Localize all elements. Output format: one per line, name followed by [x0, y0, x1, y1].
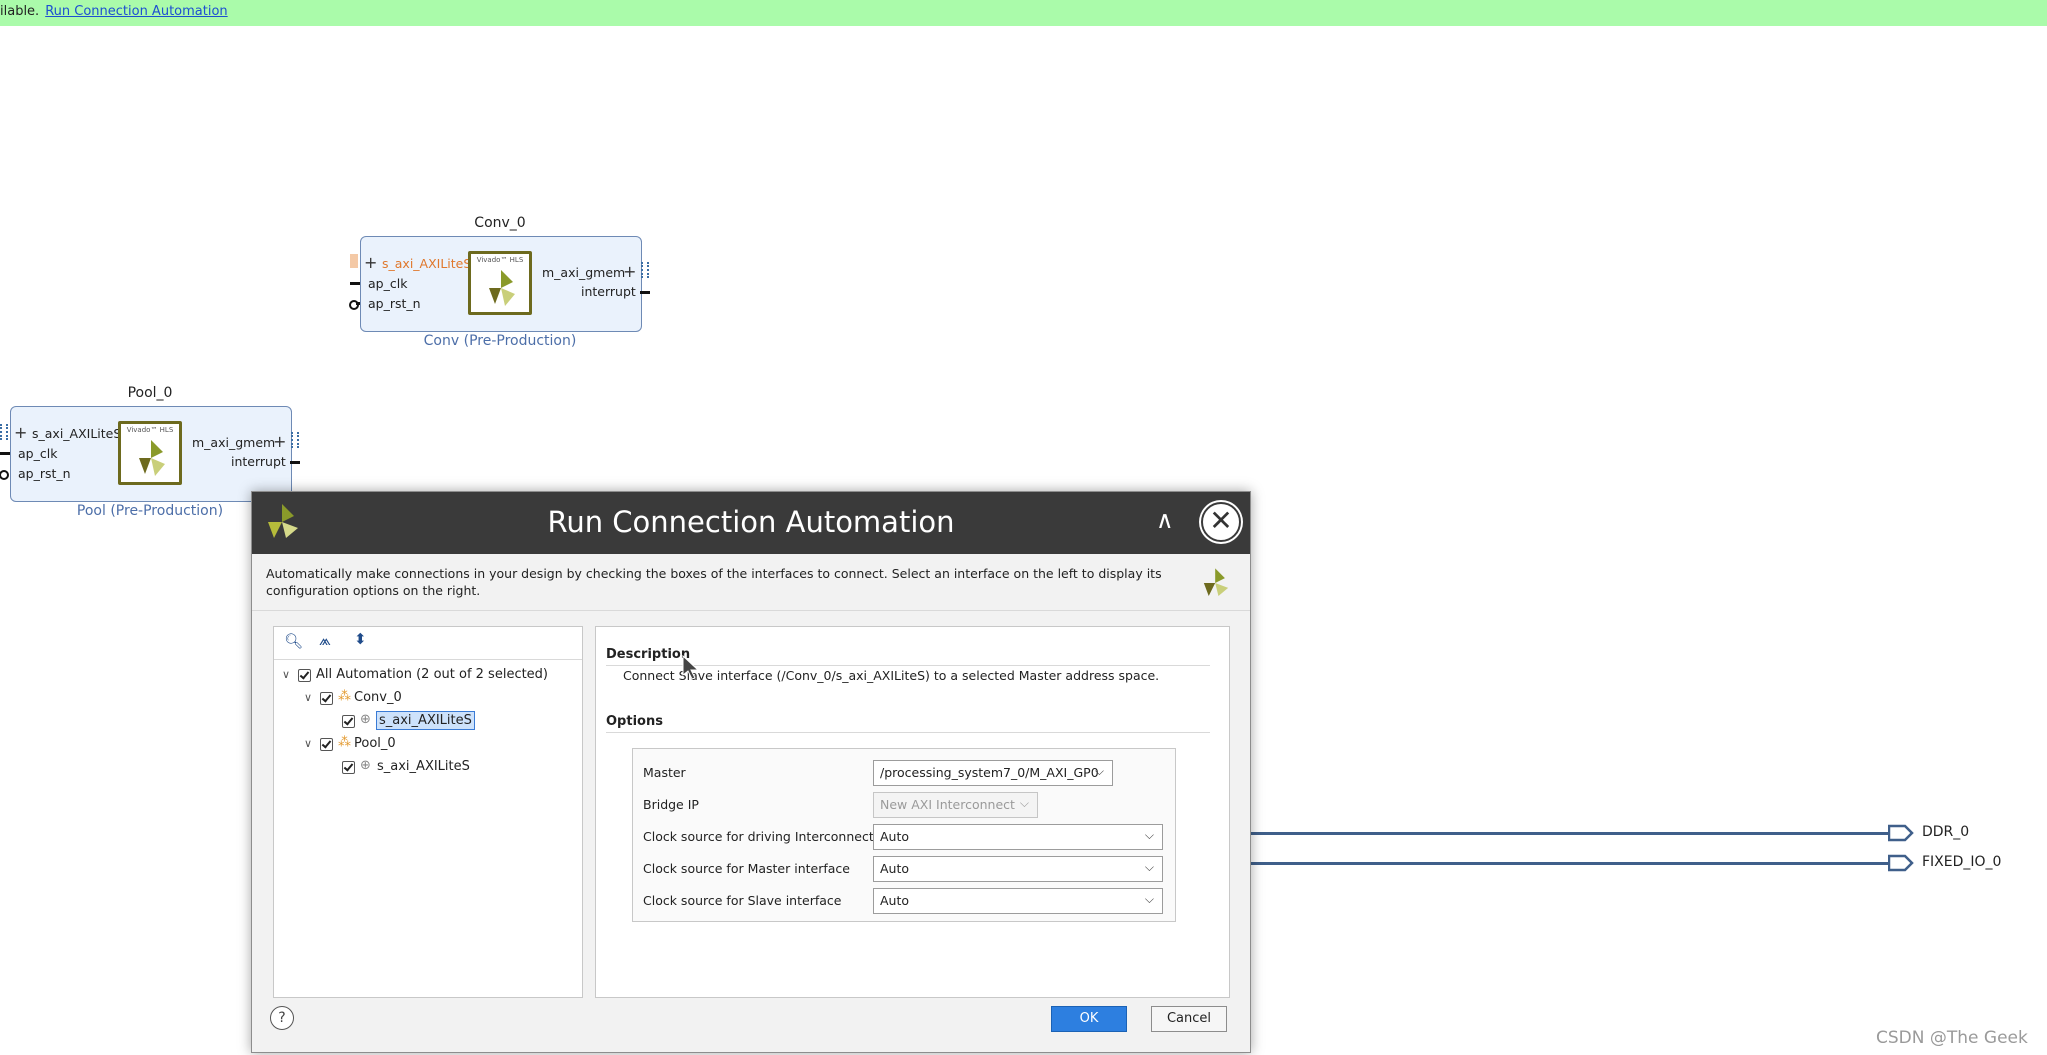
pool-port-ap-clk[interactable]: ap_clk — [18, 446, 57, 461]
conv-port-s-axi[interactable]: s_axi_AXILiteS — [382, 256, 471, 271]
clock-master-select[interactable]: Auto ⌵ — [873, 856, 1163, 882]
pool-block-title: Pool_0 — [127, 385, 173, 401]
clock-master-value: Auto — [880, 861, 910, 876]
close-icon: ✕ — [1209, 504, 1233, 537]
banner-text: ilable. — [0, 4, 40, 19]
chevron-down-icon: ⌵ — [1144, 828, 1154, 842]
chevron-down-icon[interactable]: ∨ — [282, 668, 290, 681]
tree-group-label: Pool_0 — [354, 736, 396, 751]
bridge-ip-select: New AXI Interconnect ⌵ — [873, 792, 1038, 818]
chevron-down-icon: ⌵ — [1019, 796, 1029, 810]
pool-s-axi-checkbox[interactable] — [342, 761, 355, 774]
clock-interconnect-select[interactable]: Auto ⌵ — [873, 824, 1163, 850]
cancel-button[interactable]: Cancel — [1151, 1006, 1227, 1032]
ok-button[interactable]: OK — [1051, 1006, 1127, 1032]
configuration-panel: Description Connect Slave interface (/Co… — [595, 626, 1230, 998]
conv-block-title: Conv_0 — [474, 215, 526, 231]
interface-icon: ⊕ — [360, 712, 371, 727]
close-button[interactable]: ✕ — [1201, 502, 1241, 542]
conv-block[interactable]: + s_axi_AXILiteS ap_clk ap_rst_n Vivado™… — [349, 236, 650, 332]
pool-checkbox[interactable] — [320, 738, 333, 751]
conv-port-m-axi-gmem[interactable]: m_axi_gmem — [542, 265, 625, 280]
chevron-down-icon: ⌵ — [1094, 764, 1104, 778]
pool-expand-s-axi-icon[interactable]: + — [14, 425, 27, 441]
conv-checkbox[interactable] — [320, 692, 333, 705]
pool-port-ap-rst-n[interactable]: ap_rst_n — [18, 466, 71, 481]
expand-all-icon[interactable]: ⬍ — [354, 630, 367, 648]
pool-port-interrupt[interactable]: interrupt — [231, 454, 286, 469]
chevron-down-icon[interactable]: ∨ — [304, 691, 312, 704]
xilinx-logo-icon — [1203, 568, 1229, 596]
pool-port-m-axi-gmem[interactable]: m_axi_gmem — [192, 435, 275, 450]
ip-block-icon: ⁂ — [338, 689, 351, 704]
ext-port-fixed-io[interactable]: FIXED_IO_0 — [1922, 854, 2001, 870]
vivado-hls-logo: Vivado™ HLS — [118, 421, 182, 485]
option-label-master: Master — [643, 765, 686, 780]
conv-input-stub — [350, 254, 358, 268]
option-label-bridge-ip: Bridge IP — [643, 797, 699, 812]
ext-port-ddr[interactable]: DDR_0 — [1922, 824, 1969, 840]
collapse-all-icon[interactable]: ⩕ — [319, 631, 331, 649]
master-select[interactable]: /processing_system7_0/M_AXI_GP0 ⌵ — [873, 760, 1113, 786]
conv-port-interrupt[interactable]: interrupt — [581, 284, 636, 299]
mouse-cursor-icon — [682, 655, 700, 680]
conv-s-axi-checkbox[interactable] — [342, 715, 355, 728]
option-label-clock-slave: Clock source for Slave interface — [643, 893, 842, 908]
dialog-description: Automatically make connections in your d… — [266, 566, 1162, 598]
collapse-icon[interactable]: ∧ — [1156, 506, 1174, 534]
info-banner: ilable. Run Connection Automation — [0, 0, 2047, 26]
master-select-value: /processing_system7_0/M_AXI_GP0 — [880, 765, 1099, 780]
chevron-down-icon: ⌵ — [1144, 892, 1154, 906]
dialog-title-bar[interactable]: Run Connection Automation ∧ ✕ — [252, 492, 1250, 554]
pool-block-subtitle: Pool (Pre-Production) — [76, 503, 224, 519]
clock-slave-select[interactable]: Auto ⌵ — [873, 888, 1163, 914]
pool-expand-m-axi-icon[interactable]: + — [273, 434, 286, 450]
conv-block-subtitle: Conv (Pre-Production) — [423, 333, 577, 349]
vivado-hls-logo: Vivado™ HLS — [468, 251, 532, 315]
root-checkbox[interactable] — [298, 669, 311, 682]
conv-port-ap-rst-n[interactable]: ap_rst_n — [368, 296, 421, 311]
tree-root-label: All Automation (2 out of 2 selected) — [316, 667, 549, 682]
fixed-io-wire[interactable] — [1240, 862, 1890, 865]
ddr-port-icon — [1888, 824, 1914, 842]
description-text: Connect Slave interface (/Conv_0/s_axi_A… — [623, 668, 1160, 683]
watermark: CSDN @The Geek — [1876, 1028, 2028, 1048]
pool-port-s-axi[interactable]: s_axi_AXILiteS — [32, 426, 121, 441]
option-label-clock-master: Clock source for Master interface — [643, 861, 850, 876]
chevron-down-icon[interactable]: ∨ — [304, 737, 312, 750]
options-heading: Options — [606, 714, 663, 729]
conv-expand-m-axi-icon[interactable]: + — [623, 264, 636, 280]
fixed-io-port-icon — [1888, 854, 1914, 872]
pool-block[interactable]: + s_axi_AXILiteS ap_clk ap_rst_n Vivado™… — [0, 406, 300, 502]
chevron-down-icon: ⌵ — [1144, 860, 1154, 874]
conv-expand-s-axi-icon[interactable]: + — [364, 255, 377, 271]
ip-block-icon: ⁂ — [338, 735, 351, 750]
tree-item-label: s_axi_AXILiteS — [377, 759, 470, 774]
options-box: Master /processing_system7_0/M_AXI_GP0 ⌵… — [632, 748, 1176, 922]
dialog-title: Run Connection Automation — [547, 505, 955, 539]
search-icon[interactable]: 🔍︎ — [284, 632, 303, 650]
run-connection-automation-link[interactable]: Run Connection Automation — [45, 4, 227, 19]
automation-tree-panel: 🔍︎ ⩕ ⬍ ∨ All Automation (2 out of 2 sele… — [273, 626, 583, 998]
tree-item-label: s_axi_AXILiteS — [376, 711, 475, 730]
ddr-wire[interactable] — [1240, 832, 1890, 835]
description-heading: Description — [606, 647, 691, 662]
clock-interconnect-value: Auto — [880, 829, 910, 844]
clock-slave-value: Auto — [880, 893, 910, 908]
tree-group-label: Conv_0 — [354, 690, 402, 705]
option-label-clock-interconnect: Clock source for driving Interconnect IP — [643, 829, 889, 844]
conv-port-ap-clk[interactable]: ap_clk — [368, 276, 407, 291]
bridge-ip-select-value: New AXI Interconnect — [880, 797, 1015, 812]
interface-icon: ⊕ — [360, 758, 371, 773]
run-connection-automation-dialog: Run Connection Automation ∧ ✕ Automatica… — [251, 491, 1251, 1053]
help-button[interactable]: ? — [270, 1006, 294, 1030]
